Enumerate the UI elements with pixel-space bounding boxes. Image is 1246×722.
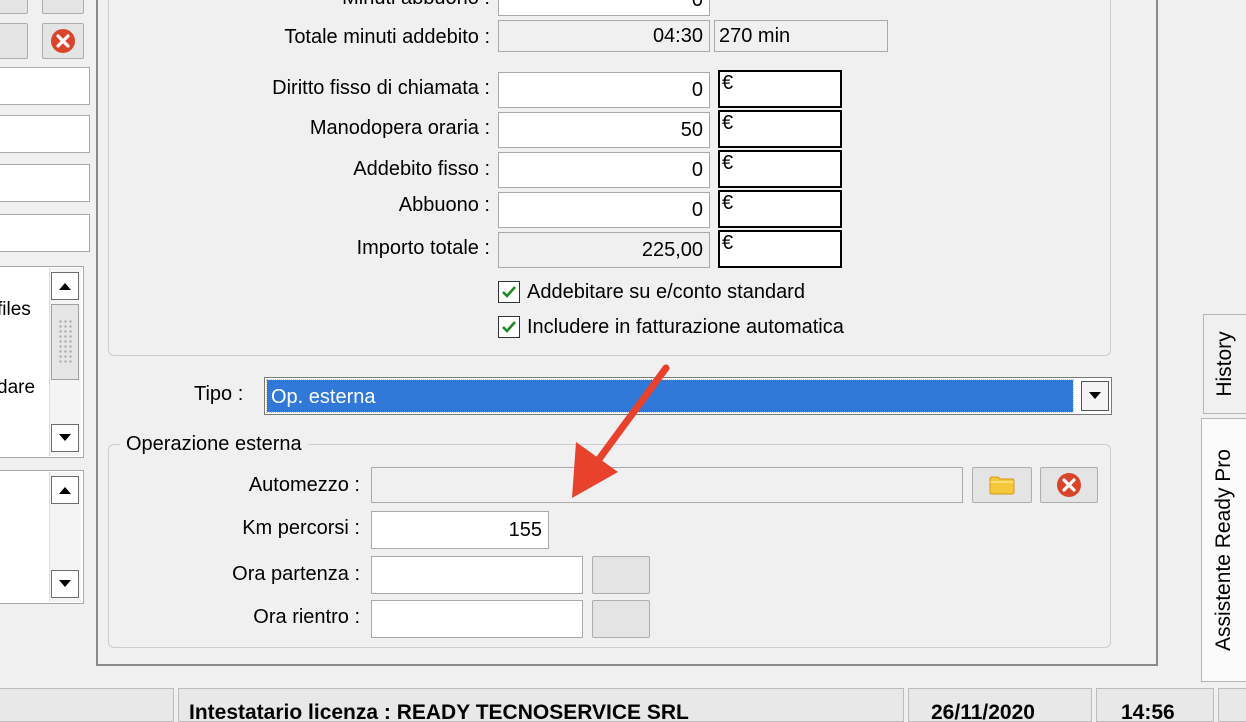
automezzo-label: Automezzo :: [248, 474, 360, 496]
left-input-3[interactable]: [0, 164, 90, 202]
econto-checkbox[interactable]: [498, 281, 520, 303]
scroll-down-button[interactable]: [51, 424, 79, 452]
annotation-arrow: [572, 364, 670, 498]
status-right-cell: [1218, 688, 1246, 722]
ora-rientro-field[interactable]: [371, 600, 583, 638]
checkmark-icon: [502, 321, 516, 333]
arrow-up-icon: [59, 283, 71, 290]
left-input-1[interactable]: [0, 67, 90, 105]
km-field[interactable]: 155: [371, 511, 549, 549]
folder-icon: [989, 476, 1015, 495]
abbuono-label: Abbuono :: [398, 194, 490, 216]
automezzo-delete-button[interactable]: [1040, 467, 1098, 503]
addebito-currency: €: [718, 150, 842, 188]
manodopera-currency: €: [718, 110, 842, 148]
side-tab-history[interactable]: History: [1203, 314, 1246, 414]
fatturazione-checkbox-label[interactable]: Includere in fatturazione automatica: [527, 312, 844, 342]
time-status: 14:56: [1096, 688, 1214, 722]
list-item[interactable]: dare: [0, 377, 35, 399]
operazione-esterna-legend: Operazione esterna: [120, 430, 308, 458]
econto-checkbox-label[interactable]: Addebitare su e/conto standard: [527, 277, 805, 307]
importo-currency: €: [718, 230, 842, 268]
fatturazione-checkbox[interactable]: [498, 316, 520, 338]
diritto-field[interactable]: 0: [498, 72, 710, 108]
checkmark-icon: [502, 286, 516, 298]
ora-rientro-label: Ora rientro :: [253, 606, 360, 628]
totale-minuti-min-field: 270 min: [714, 20, 888, 52]
chevron-down-icon: [1089, 392, 1101, 399]
scroll-up-button-2[interactable]: [51, 476, 79, 504]
abbuono-currency: €: [718, 190, 842, 228]
addebito-field[interactable]: 0: [498, 152, 710, 188]
scroll-up-button[interactable]: [51, 272, 79, 300]
minuti-abbuono-field[interactable]: 0: [498, 0, 710, 16]
importo-label: Importo totale :: [356, 237, 490, 259]
ora-partenza-button[interactable]: [592, 556, 650, 594]
side-tab-assistente[interactable]: Assistente Ready Pro: [1201, 418, 1246, 682]
totale-minuti-field: 04:30: [498, 20, 710, 52]
scrollbar-thumb[interactable]: [51, 304, 79, 380]
ora-partenza-field[interactable]: [371, 556, 583, 594]
left-top-button[interactable]: [0, 0, 28, 14]
ora-partenza-label: Ora partenza :: [232, 563, 360, 585]
arrow-down-icon: [59, 434, 71, 441]
side-tab-history-label: History: [1213, 331, 1236, 397]
delete-icon: [1057, 473, 1081, 497]
date-status: 26/11/2020: [908, 688, 1092, 722]
license-status: Intestatario licenza : READY TECNOSERVIC…: [178, 688, 904, 722]
km-label: Km percorsi :: [242, 517, 360, 539]
scroll-down-button-2[interactable]: [51, 570, 79, 598]
ora-rientro-button[interactable]: [592, 600, 650, 638]
left-edit-button[interactable]: [0, 23, 28, 59]
delete-icon: [51, 29, 75, 53]
side-tab-assistente-label: Assistente Ready Pro: [1212, 449, 1235, 651]
left-delete-button-top[interactable]: [42, 0, 84, 14]
diritto-currency: €: [718, 70, 842, 108]
diritto-label: Diritto fisso di chiamata :: [272, 77, 490, 99]
totale-minuti-label: Totale minuti addebito :: [284, 26, 490, 48]
arrow-down-icon: [59, 580, 71, 587]
arrow-up-icon: [59, 487, 71, 494]
minuti-abbuono-label: Minuti abbuono :: [342, 0, 490, 13]
left-delete-button[interactable]: [42, 23, 84, 59]
tipo-label: Tipo :: [194, 383, 244, 405]
status-left-cell: [0, 688, 174, 722]
abbuono-field[interactable]: 0: [498, 192, 710, 228]
list-item[interactable]: files: [0, 299, 31, 321]
tipo-dropdown-button[interactable]: [1081, 381, 1109, 411]
addebito-label: Addebito fisso :: [353, 158, 490, 180]
left-input-4[interactable]: [0, 214, 90, 252]
left-input-2[interactable]: [0, 115, 90, 153]
automezzo-browse-button[interactable]: [972, 467, 1032, 503]
manodopera-field[interactable]: 50: [498, 112, 710, 148]
importo-field: 225,00: [498, 232, 710, 268]
tipo-dropdown[interactable]: Op. esterna: [264, 377, 1112, 415]
manodopera-label: Manodopera oraria :: [309, 117, 490, 139]
